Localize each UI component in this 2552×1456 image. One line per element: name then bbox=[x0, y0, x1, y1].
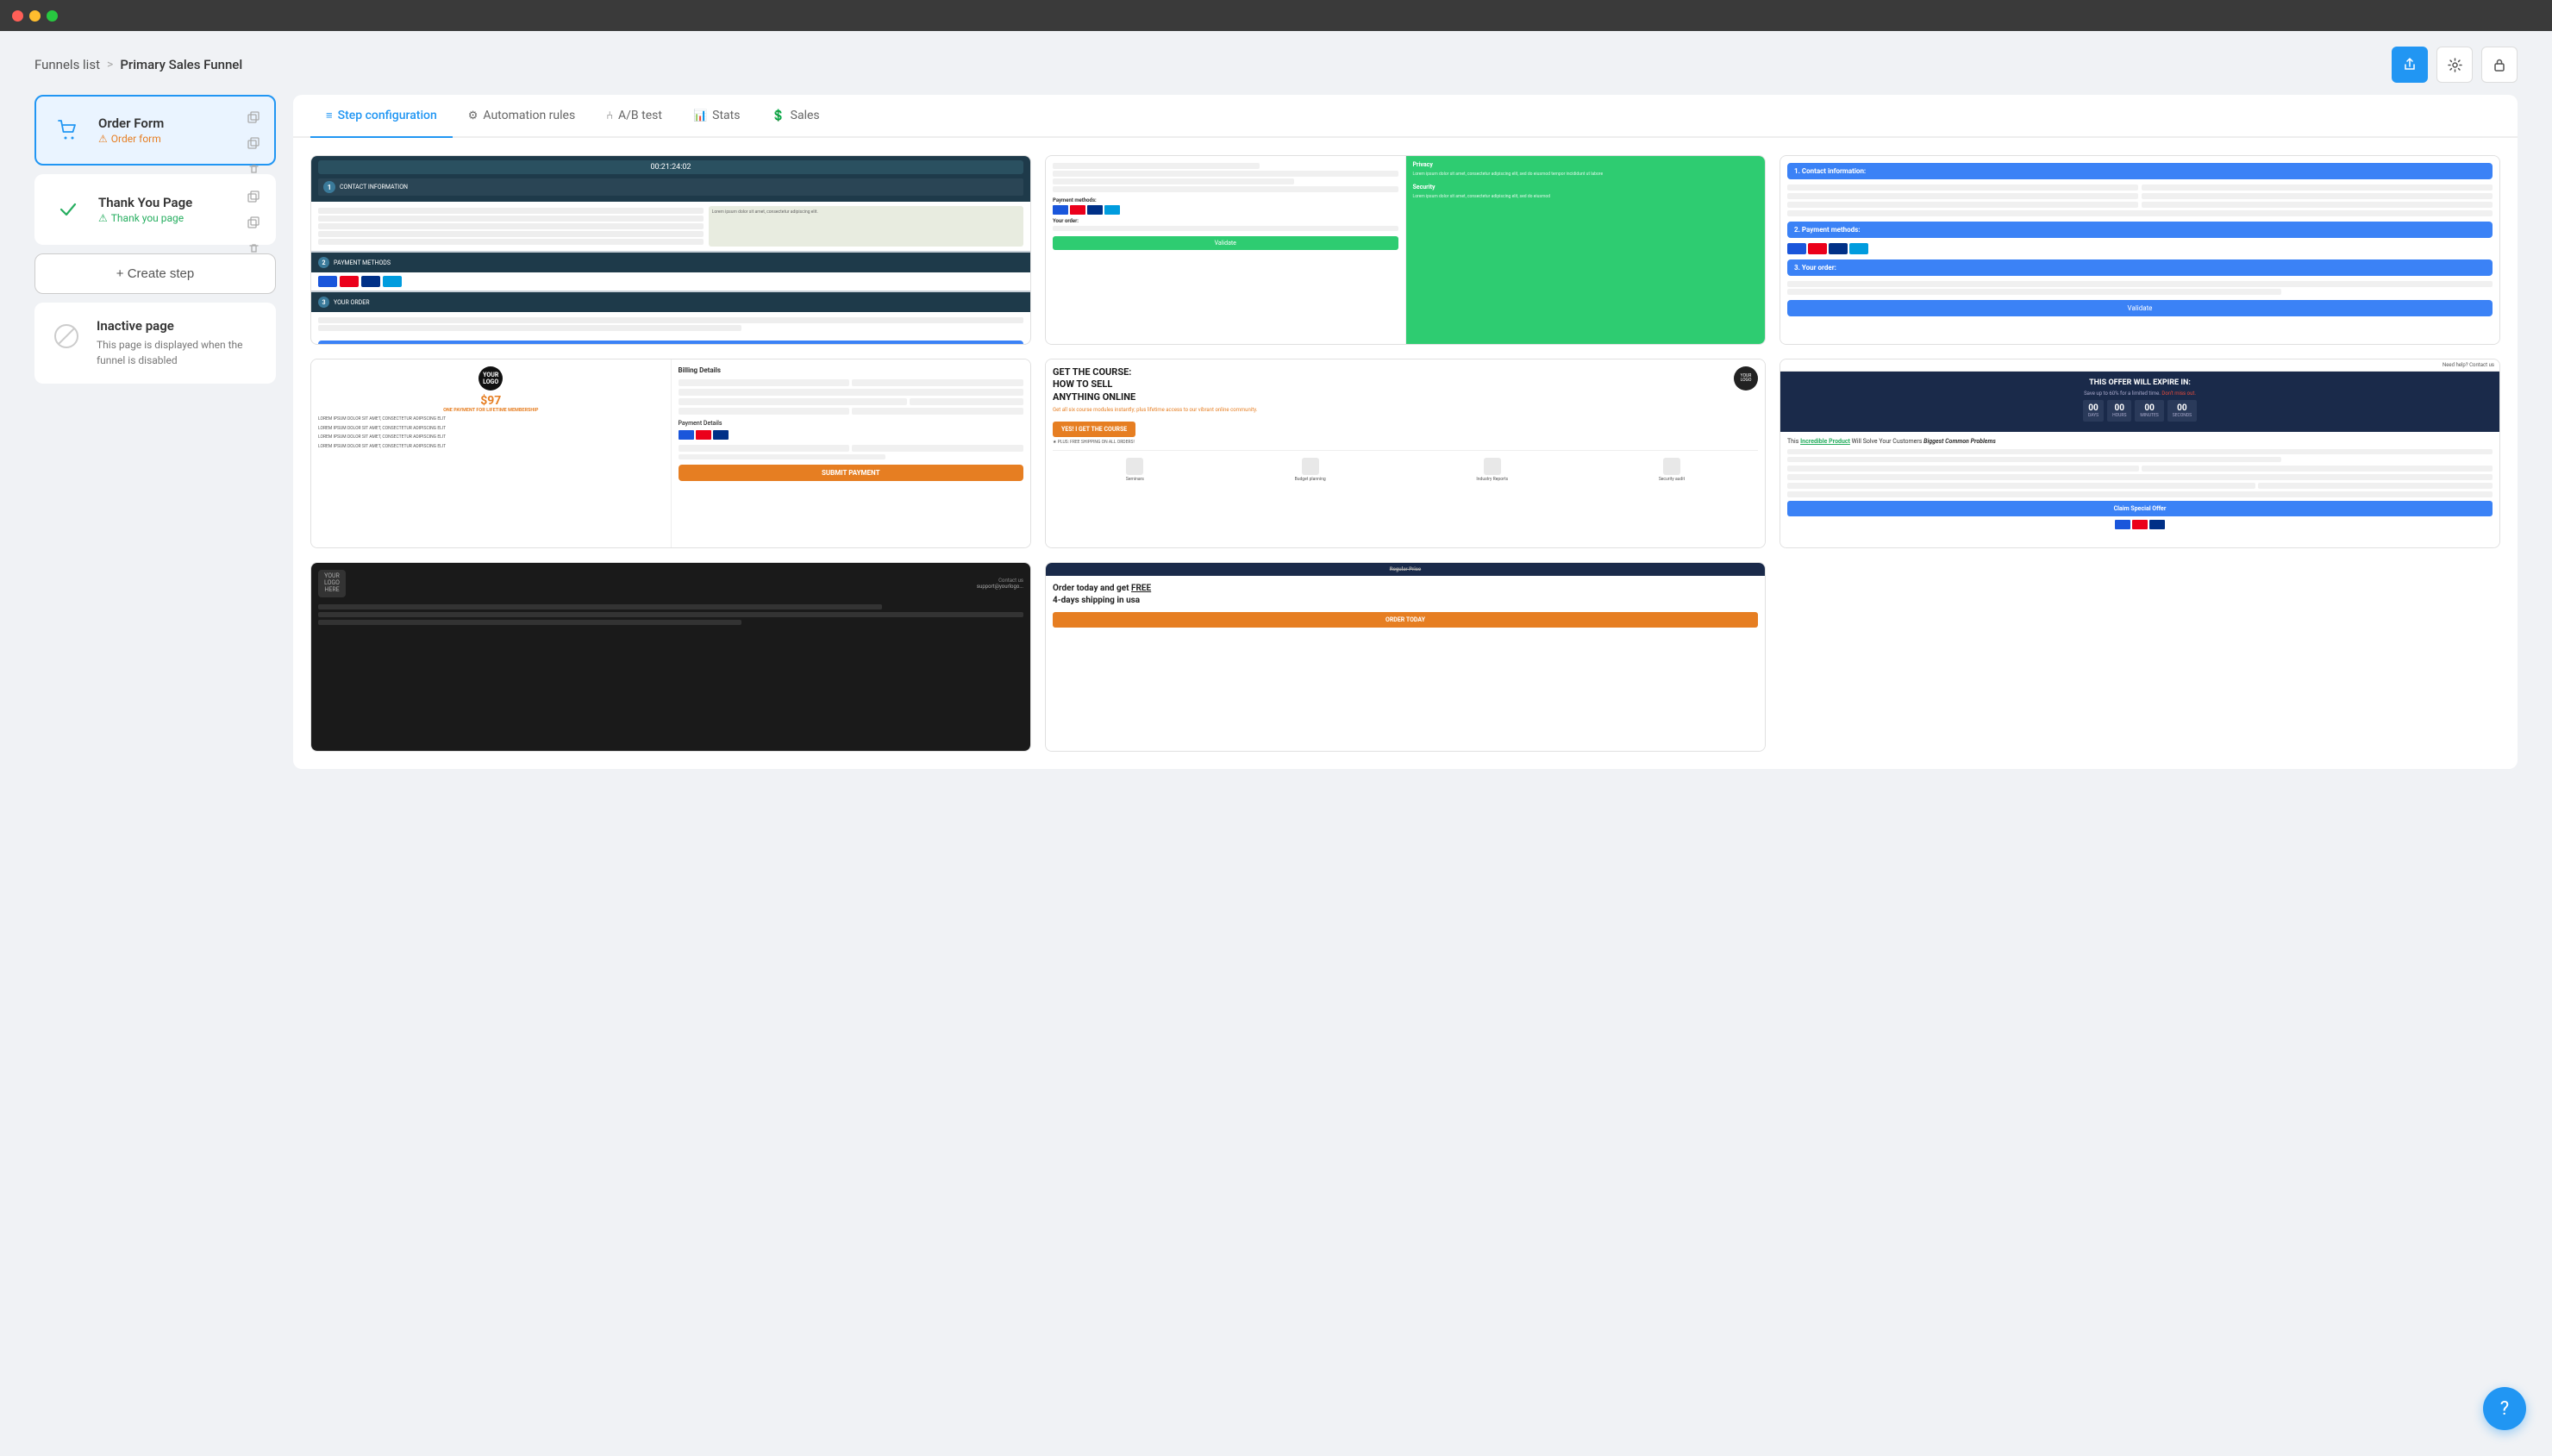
breadcrumb: Funnels list > Primary Sales Funnel bbox=[34, 57, 242, 72]
order-form-actions bbox=[243, 107, 264, 179]
duplicate-icon-1[interactable] bbox=[243, 133, 264, 153]
minimize-button[interactable] bbox=[29, 10, 41, 22]
step-thank-you[interactable]: Thank You Page ⚠ Thank you page bbox=[34, 174, 276, 245]
step-order-form[interactable]: Order Form ⚠ Order form bbox=[34, 95, 276, 166]
template-7[interactable]: YOURLOGOHERE Contact ussupport@yourlogo.… bbox=[310, 562, 1031, 752]
cart-icon bbox=[50, 112, 86, 148]
settings-button[interactable] bbox=[2436, 47, 2473, 83]
inactive-page-description: This page is displayed when the funnel i… bbox=[97, 337, 262, 368]
top-bar-actions bbox=[2392, 47, 2518, 83]
tab-step-configuration[interactable]: ≡ Step configuration bbox=[310, 95, 453, 138]
automation-icon: ⚙ bbox=[468, 109, 478, 122]
delete-icon-2[interactable] bbox=[243, 238, 264, 259]
tab-step-config-label: Step configuration bbox=[338, 109, 437, 122]
close-button[interactable] bbox=[12, 10, 23, 22]
inactive-icon bbox=[48, 318, 84, 354]
check-icon bbox=[50, 191, 86, 228]
ab-icon: ⑃ bbox=[606, 109, 613, 122]
maximize-button[interactable] bbox=[47, 10, 58, 22]
inactive-page-card: Inactive page This page is displayed whe… bbox=[34, 303, 276, 384]
share-button[interactable] bbox=[2392, 47, 2428, 83]
thank-you-title: Thank You Page bbox=[98, 195, 260, 210]
stats-icon: 📊 bbox=[693, 109, 707, 122]
inactive-page-title: Inactive page bbox=[97, 318, 262, 334]
lock-button[interactable] bbox=[2481, 47, 2518, 83]
content-area: Order Form ⚠ Order form bbox=[0, 95, 2552, 803]
tab-automation-rules[interactable]: ⚙ Automation rules bbox=[453, 95, 591, 138]
template-2[interactable]: Payment methods: Your order: bbox=[1045, 155, 1766, 345]
tab-sales-label: Sales bbox=[791, 109, 820, 122]
template-5[interactable]: GET THE COURSE:HOW TO SELLANYTHING ONLIN… bbox=[1045, 359, 1766, 548]
breadcrumb-parent[interactable]: Funnels list bbox=[34, 57, 100, 72]
tab-ab-test[interactable]: ⑃ A/B test bbox=[591, 95, 678, 138]
template-8[interactable]: Regular Price Order today and get FREE4-… bbox=[1045, 562, 1766, 752]
tabs-bar: ≡ Step configuration ⚙ Automation rules … bbox=[293, 95, 2518, 138]
warning-icon-2: ⚠ bbox=[98, 212, 108, 224]
order-form-title: Order Form bbox=[98, 116, 260, 131]
main-panel: ≡ Step configuration ⚙ Automation rules … bbox=[293, 95, 2518, 769]
templates-grid: 00:21:24:02 1 CONTACT INFORMATION bbox=[293, 138, 2518, 769]
create-step-button[interactable]: + Create step bbox=[34, 253, 276, 294]
sales-icon: 💲 bbox=[771, 109, 785, 122]
template-1[interactable]: 00:21:24:02 1 CONTACT INFORMATION bbox=[310, 155, 1031, 345]
help-icon: ? bbox=[2500, 1398, 2509, 1420]
window-chrome bbox=[0, 0, 2552, 31]
tab-automation-label: Automation rules bbox=[483, 109, 575, 122]
thank-you-subtitle: ⚠ Thank you page bbox=[98, 212, 260, 224]
copy-icon-1[interactable] bbox=[243, 107, 264, 128]
top-bar: Funnels list > Primary Sales Funnel bbox=[0, 31, 2552, 95]
template-3[interactable]: 1. Contact information: bbox=[1780, 155, 2500, 345]
tab-stats[interactable]: 📊 Stats bbox=[678, 95, 756, 138]
warning-icon: ⚠ bbox=[98, 133, 108, 145]
sidebar: Order Form ⚠ Order form bbox=[34, 95, 276, 769]
tab-sales[interactable]: 💲 Sales bbox=[755, 95, 835, 138]
thank-you-info: Thank You Page ⚠ Thank you page bbox=[98, 195, 260, 224]
thank-you-actions bbox=[243, 186, 264, 259]
tab-ab-label: A/B test bbox=[618, 109, 662, 122]
duplicate-icon-2[interactable] bbox=[243, 212, 264, 233]
app-container: Funnels list > Primary Sales Funnel bbox=[0, 31, 2552, 1456]
help-button[interactable]: ? bbox=[2483, 1387, 2526, 1430]
breadcrumb-current: Primary Sales Funnel bbox=[120, 57, 242, 72]
order-form-info: Order Form ⚠ Order form bbox=[98, 116, 260, 145]
template-6[interactable]: Need help? Contact us THIS OFFER WILL EX… bbox=[1780, 359, 2500, 548]
breadcrumb-separator: > bbox=[107, 58, 113, 72]
tab-stats-label: Stats bbox=[712, 109, 740, 122]
order-form-subtitle: ⚠ Order form bbox=[98, 133, 260, 145]
inactive-page-info: Inactive page This page is displayed whe… bbox=[97, 318, 262, 368]
copy-icon-2[interactable] bbox=[243, 186, 264, 207]
step-config-icon: ≡ bbox=[326, 109, 333, 122]
template-4[interactable]: YOURLOGO $97 ONE PAYMENT FOR LIFETIME ME… bbox=[310, 359, 1031, 548]
